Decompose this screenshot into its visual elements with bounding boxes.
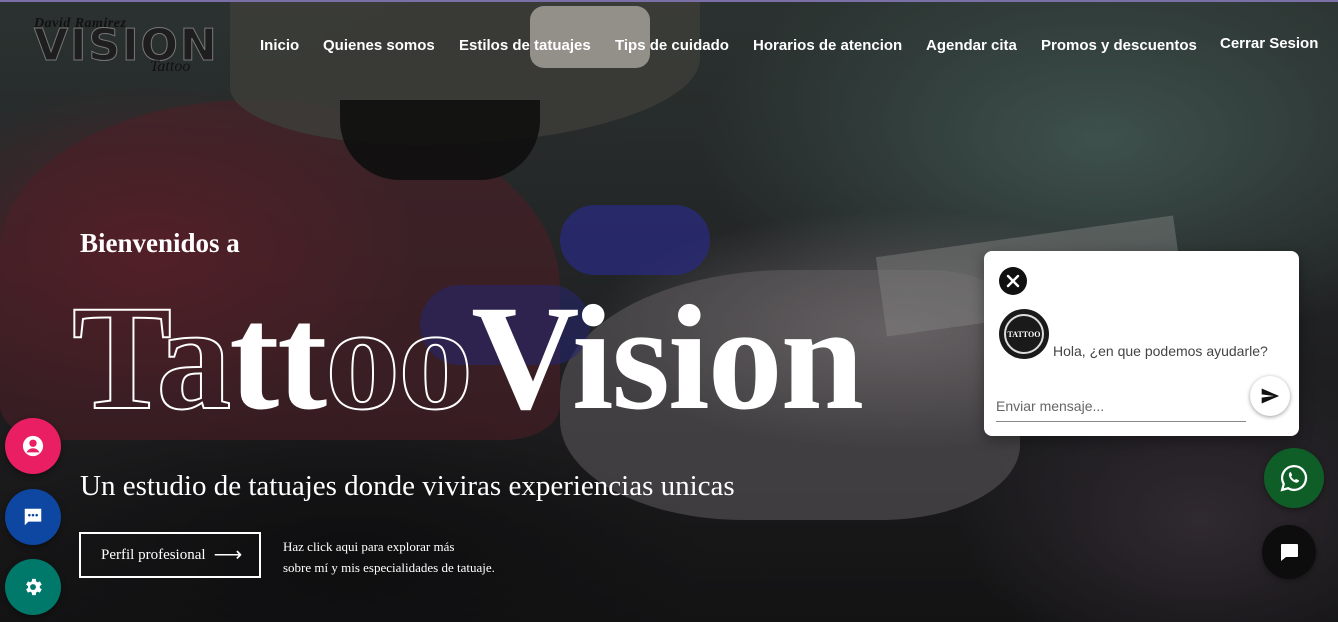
- profile-button[interactable]: Perfil profesional ⟶: [79, 532, 261, 578]
- help-line: Haz click aqui para explorar más: [283, 539, 455, 554]
- profile-button-label: Perfil profesional: [101, 546, 206, 563]
- whatsapp-button[interactable]: [1264, 448, 1324, 508]
- brand-title-part: Ta: [71, 275, 232, 441]
- chat-toggle-button[interactable]: [5, 489, 61, 545]
- send-icon: [1261, 388, 1280, 404]
- nav-item-inicio[interactable]: Inicio: [260, 37, 299, 54]
- close-icon: [1006, 274, 1020, 288]
- hero-welcome: Bienvenidos a: [80, 228, 240, 258]
- nav-item-cerrar-sesion[interactable]: Cerrar Sesion: [1220, 35, 1318, 52]
- chat-message-input[interactable]: [996, 391, 1246, 422]
- brand-title-part: tt: [229, 275, 327, 441]
- main-nav: Inicio Quienes somos Estilos de tatuajes…: [0, 35, 1338, 59]
- nav-item-promos[interactable]: Promos y descuentos: [1041, 37, 1197, 54]
- nav-item-tips[interactable]: Tips de cuidado: [615, 37, 729, 54]
- nav-item-horarios[interactable]: Horarios de atencion: [753, 37, 902, 54]
- user-button[interactable]: [5, 418, 61, 474]
- top-accent-line: [0, 0, 1338, 2]
- chat-avatar-text: TATTOO: [1004, 314, 1044, 354]
- help-line: sobre mí y mis especialidades de tatuaje…: [283, 560, 495, 575]
- user-circle-icon: [22, 435, 44, 457]
- chat-bubble-icon: [24, 508, 42, 526]
- settings-button[interactable]: [5, 559, 61, 615]
- hero-brand-title: TattooVision: [71, 282, 864, 434]
- brand-title-part: Vision: [471, 275, 864, 441]
- chat-panel: TATTOO Hola, ¿en que podemos ayudarle?: [984, 251, 1299, 436]
- chat-send-button[interactable]: [1250, 376, 1290, 416]
- chat-avatar: TATTOO: [999, 309, 1049, 359]
- message-icon: [1281, 544, 1298, 561]
- message-button[interactable]: [1262, 525, 1316, 579]
- nav-item-quienes-somos[interactable]: Quienes somos: [323, 37, 435, 54]
- nav-item-estilos[interactable]: Estilos de tatuajes: [459, 37, 591, 54]
- logo-sub-text: Tattoo: [150, 58, 191, 75]
- nav-item-agendar[interactable]: Agendar cita: [926, 37, 1017, 54]
- chat-greeting: Hola, ¿en que podemos ayudarle?: [1053, 343, 1268, 359]
- whatsapp-icon: [1280, 464, 1308, 492]
- arrow-right-icon: ⟶: [213, 544, 243, 566]
- brand-title-part: oo: [324, 275, 474, 441]
- profile-help-text: Haz click aqui para explorar más sobre m…: [283, 536, 553, 578]
- hero-tagline: Un estudio de tatuajes donde viviras exp…: [80, 470, 735, 502]
- chat-close-button[interactable]: [999, 267, 1027, 295]
- gear-icon: [26, 578, 42, 596]
